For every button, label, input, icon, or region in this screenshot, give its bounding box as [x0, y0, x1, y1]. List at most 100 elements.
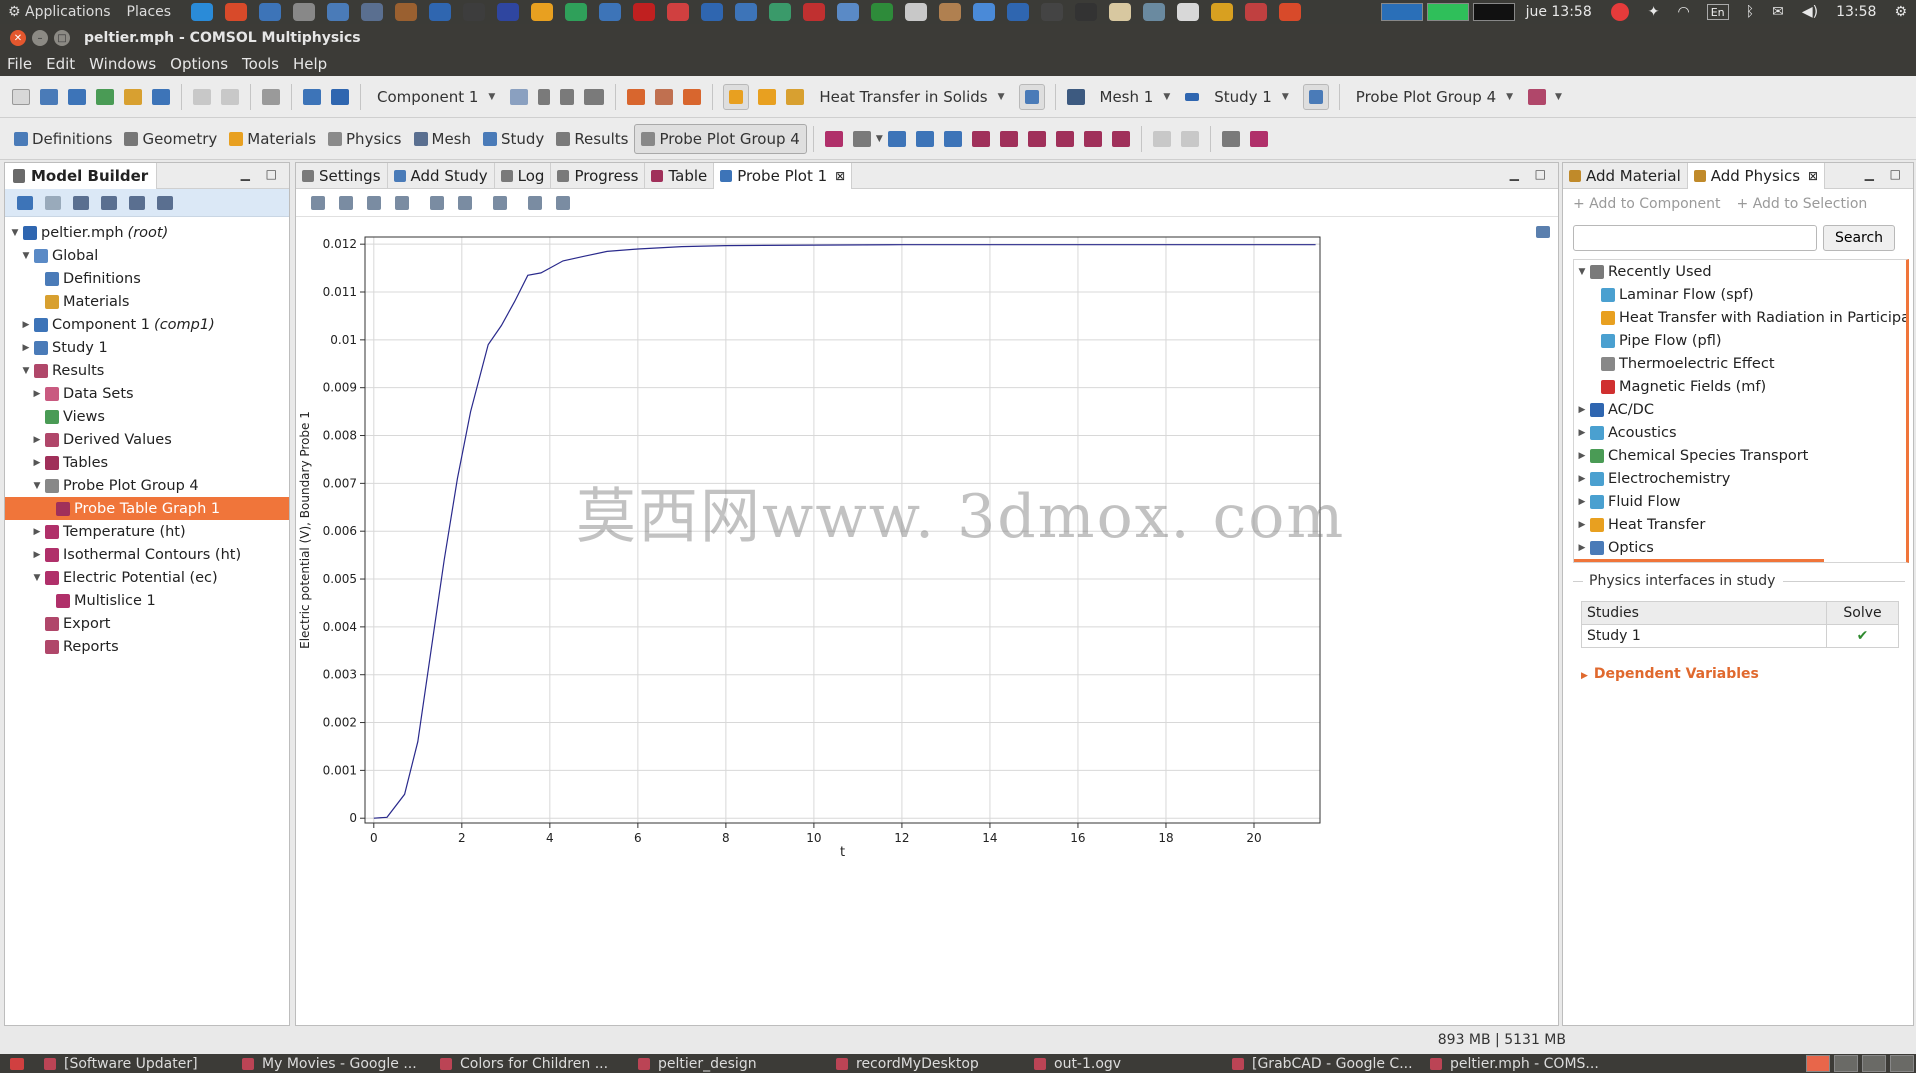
box-icon[interactable] — [599, 3, 622, 21]
chrome-icon[interactable] — [225, 3, 248, 21]
probe-plot-chart[interactable]: 0 2 4 6 8 10 12 14 16 18 20 0 0.001 0.002 0.003 0.004 0.… — [296, 218, 1558, 1025]
add-material-toggle[interactable] — [723, 83, 750, 110]
tree-node[interactable]: ▶ Derived Values — [5, 428, 289, 451]
ball-icon[interactable] — [1245, 3, 1268, 21]
close-tab-icon[interactable]: ⊠ — [835, 169, 845, 183]
tab-add-physics[interactable]: Add Physics ⊠ — [1687, 162, 1826, 189]
variables-icon[interactable] — [560, 88, 575, 105]
shield-icon[interactable] — [497, 3, 520, 21]
tree-node[interactable]: Views — [5, 405, 289, 428]
clock-date[interactable]: jue 13:58 — [1517, 4, 1601, 20]
menu-tools[interactable]: Tools — [235, 55, 286, 73]
earth-icon[interactable] — [871, 3, 894, 21]
catia-icon[interactable] — [1279, 3, 1302, 21]
menu-edit[interactable]: Edit — [39, 55, 82, 73]
plot-area[interactable]: 0 2 4 6 8 10 12 14 16 18 20 0 0.001 0.002 0.003 0.004 0.… — [296, 218, 1558, 1025]
application-builder-icon[interactable] — [96, 88, 114, 105]
physics-tree-node[interactable]: Laminar Flow (spf) — [1574, 283, 1906, 306]
task-button[interactable]: My Movies - Google ... — [232, 1056, 430, 1072]
m-icon[interactable] — [803, 3, 826, 21]
tree-node[interactable]: ▶ Data Sets — [5, 382, 289, 405]
chevron-down-icon[interactable]: ▼ — [31, 573, 43, 583]
tree-node[interactable]: Reports — [5, 635, 289, 658]
copy-plot-icon[interactable] — [1221, 130, 1240, 147]
toefl-icon[interactable] — [1007, 3, 1030, 21]
physics-tree-node[interactable]: Thermoelectric Effect — [1574, 352, 1906, 375]
help-icon[interactable] — [331, 88, 349, 105]
close-window-icon[interactable]: ✕ — [10, 30, 26, 46]
chevron-down-icon[interactable]: ▼ — [876, 134, 883, 144]
search-icon[interactable] — [1143, 3, 1166, 21]
chevron-right-icon[interactable]: ▶ — [1576, 543, 1588, 553]
chevron-right-icon[interactable]: ▶ — [1576, 428, 1588, 438]
minimize-maximize-icon[interactable]: ▁ □ — [241, 167, 283, 181]
chevron-right-icon[interactable]: ▶ — [31, 527, 43, 537]
bluetooth-icon[interactable]: ᛒ — [1737, 4, 1763, 20]
maximize-window-icon[interactable]: □ — [54, 30, 70, 46]
model-builder-tab[interactable]: Model Builder — [5, 162, 158, 189]
deformation-icon[interactable] — [1180, 130, 1199, 147]
chevron-right-icon[interactable]: ▶ — [31, 458, 43, 468]
chevron-down-icon[interactable]: ▼ — [20, 366, 32, 376]
menu-windows[interactable]: Windows — [82, 55, 163, 73]
octave-band-icon[interactable] — [1055, 130, 1074, 147]
impulse-response-icon[interactable] — [1111, 130, 1130, 147]
globe-icon[interactable] — [769, 3, 792, 21]
ribbon-materials[interactable]: Materials — [223, 130, 322, 148]
task-button[interactable]: [GrabCAD - Google C... — [1222, 1056, 1420, 1072]
zoom-extents-icon[interactable] — [395, 195, 409, 210]
plot-group-combo[interactable]: Probe Plot Group 4 ▼ — [1346, 88, 1523, 106]
task-button[interactable]: peltier_design — [628, 1056, 826, 1072]
physics-combo[interactable]: Heat Transfer in Solids ▼ — [809, 88, 1014, 106]
pepper-icon[interactable] — [1211, 3, 1234, 21]
chevron-right-icon[interactable]: ▶ — [31, 435, 43, 445]
model-wizard-icon[interactable] — [40, 88, 58, 105]
tree-node[interactable]: Definitions — [5, 267, 289, 290]
add-study-toggle[interactable] — [1302, 83, 1329, 110]
solve-checkbox[interactable]: ✔ — [1826, 624, 1899, 648]
tree-node[interactable]: ▼ Global — [5, 244, 289, 267]
study-combo[interactable]: Study 1 ▼ — [1204, 88, 1299, 106]
import-icon[interactable] — [655, 88, 674, 105]
folder-icon[interactable] — [939, 3, 962, 21]
tree-node[interactable]: ▶ Temperature (ht) — [5, 520, 289, 543]
redo-icon[interactable] — [221, 88, 239, 105]
compute-icon[interactable] — [1185, 92, 1200, 101]
clock-time[interactable]: 13:58 — [1827, 4, 1885, 20]
kde-icon[interactable] — [429, 3, 452, 21]
chart-icon[interactable] — [905, 3, 928, 21]
plane-icon[interactable] — [1075, 3, 1098, 21]
chevron-right-icon[interactable]: ▶ — [1576, 405, 1588, 415]
ribbon-study[interactable]: Study — [477, 130, 550, 148]
nyquist-icon[interactable] — [1083, 130, 1102, 147]
physics-tree-node[interactable]: ▶ Optics — [1574, 536, 1906, 559]
ribbon-results[interactable]: Results — [550, 130, 634, 148]
file-icon[interactable] — [1109, 3, 1132, 21]
settings-gear-icon[interactable]: ⚙ — [1885, 4, 1916, 20]
skype-icon[interactable] — [191, 3, 214, 21]
forward-arrow-icon[interactable] — [45, 195, 61, 210]
print-icon[interactable] — [556, 195, 570, 210]
physics-tree-node[interactable]: ▶ Chemical Species Transport — [1574, 444, 1906, 467]
add-component-icon[interactable] — [510, 88, 529, 105]
zoom-in-icon[interactable] — [311, 195, 325, 210]
sun-icon[interactable] — [531, 3, 554, 21]
tree-node[interactable]: ▼ peltier.mph (root) — [5, 221, 289, 244]
chevron-right-icon[interactable]: ▶ — [1576, 451, 1588, 461]
zoom-box-icon[interactable] — [367, 195, 381, 210]
filter-icon[interactable] — [1152, 130, 1171, 147]
tool-icon[interactable] — [1041, 3, 1064, 21]
tree-node[interactable]: ▶ Component 1 (comp1) — [5, 313, 289, 336]
task-button[interactable]: [Software Updater] — [34, 1056, 232, 1072]
chevron-down-icon[interactable]: ▼ — [1576, 267, 1588, 277]
record-icon[interactable] — [1610, 3, 1629, 21]
blank-model-icon[interactable] — [68, 88, 86, 105]
task-button[interactable]: Colors for Children ... — [430, 1056, 628, 1072]
places-menu[interactable]: Places — [119, 4, 180, 20]
mail-icon[interactable] — [293, 3, 316, 21]
camera-icon[interactable] — [528, 195, 542, 210]
histogram-icon[interactable] — [999, 130, 1018, 147]
point-graph-icon[interactable] — [915, 130, 934, 147]
legend-toggle-icon[interactable] — [458, 195, 472, 210]
tab-add-material[interactable]: Add Material — [1563, 162, 1688, 189]
